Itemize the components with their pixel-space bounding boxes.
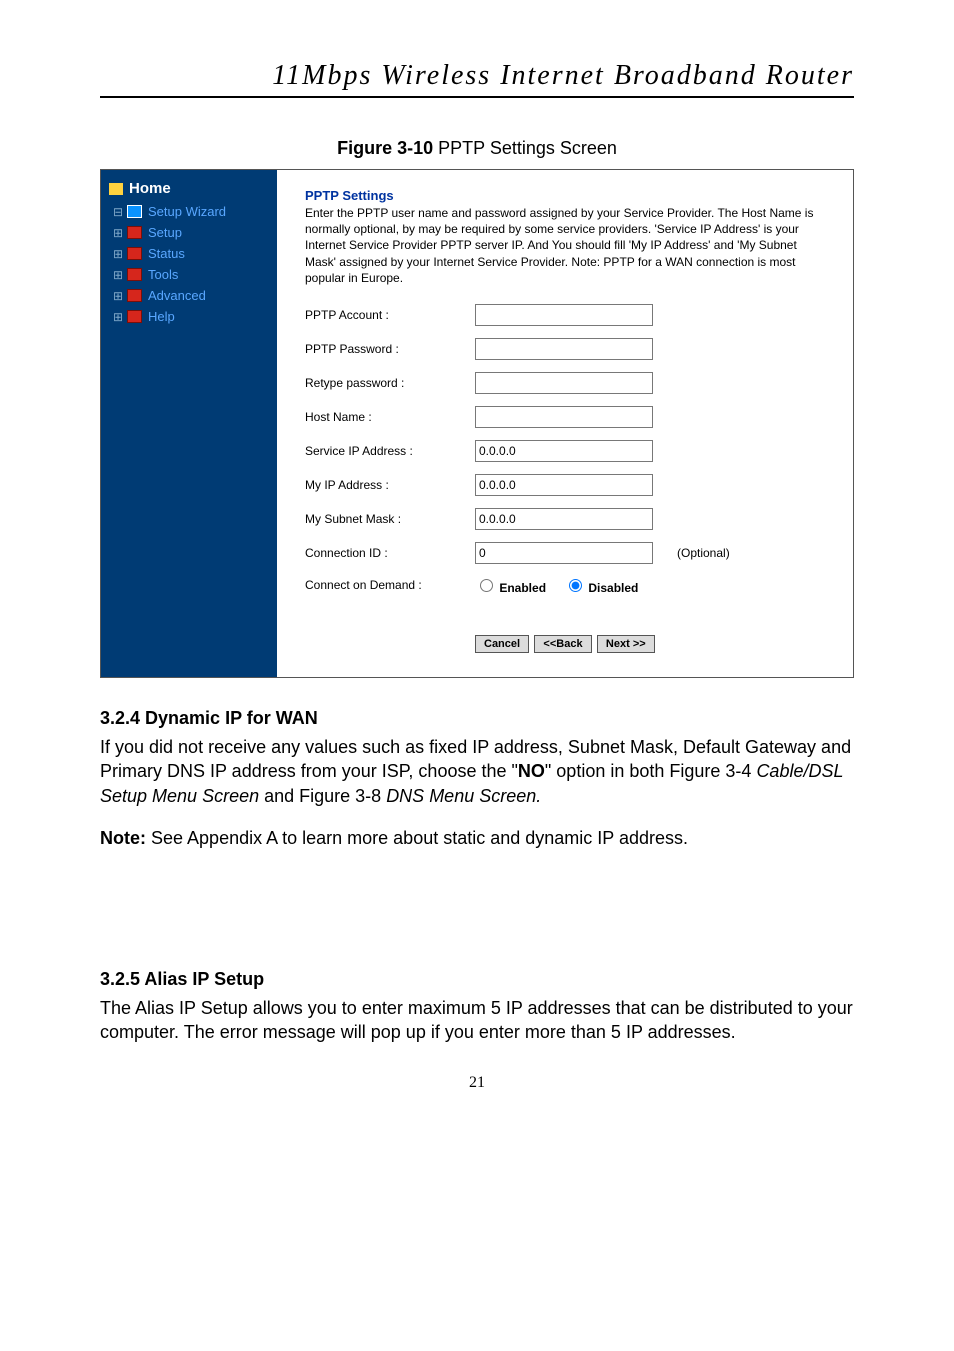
retype-password-label: Retype password : <box>305 376 475 390</box>
tree-glyph-icon: ⊞ <box>113 247 127 261</box>
page-header-title: 11Mbps Wireless Internet Broadband Route… <box>100 60 854 98</box>
service-ip-label: Service IP Address : <box>305 444 475 458</box>
figure-label-rest: PPTP Settings Screen <box>433 138 617 158</box>
note-bold: Note: <box>100 828 146 848</box>
folder-icon <box>127 310 142 323</box>
pptp-account-input[interactable] <box>475 304 653 326</box>
sidebar-home[interactable]: Home <box>109 180 269 197</box>
wizard-icon <box>127 205 142 218</box>
host-name-label: Host Name : <box>305 410 475 424</box>
figure-label-bold: Figure 3-10 <box>337 138 433 158</box>
connection-id-label: Connection ID : <box>305 546 475 560</box>
tree-glyph-icon: ⊟ <box>113 205 127 219</box>
cancel-button[interactable]: Cancel <box>475 635 529 653</box>
disabled-text: Disabled <box>588 581 638 595</box>
sidebar-item-setup[interactable]: ⊞ Setup <box>113 222 269 243</box>
section-324-note: Note: See Appendix A to learn more about… <box>100 828 854 849</box>
tree-glyph-icon: ⊞ <box>113 289 127 303</box>
my-ip-label: My IP Address : <box>305 478 475 492</box>
enabled-radio-label[interactable]: Enabled <box>475 576 546 595</box>
section-325-heading: 3.2.5 Alias IP Setup <box>100 969 854 990</box>
tree-glyph-icon: ⊞ <box>113 310 127 324</box>
folder-icon <box>127 247 142 260</box>
disabled-radio[interactable] <box>569 579 582 592</box>
sidebar-item-label: Setup <box>148 225 182 240</box>
sidebar-item-status[interactable]: ⊞ Status <box>113 243 269 264</box>
p1-bold: NO <box>518 761 545 781</box>
sidebar-item-label: Help <box>148 309 175 324</box>
tree-glyph-icon: ⊞ <box>113 268 127 282</box>
nav-sidebar: Home ⊟ Setup Wizard ⊞ Setup ⊞ Status <box>101 170 277 677</box>
connection-id-input[interactable] <box>475 542 653 564</box>
sidebar-item-advanced[interactable]: ⊞ Advanced <box>113 285 269 306</box>
page-number: 21 <box>100 1074 854 1092</box>
section-324-paragraph: If you did not receive any values such a… <box>100 735 854 808</box>
enabled-radio[interactable] <box>480 579 493 592</box>
host-name-input[interactable] <box>475 406 653 428</box>
pptp-password-input[interactable] <box>475 338 653 360</box>
pptp-settings-heading: PPTP Settings <box>305 188 831 203</box>
p1-c: and Figure 3-8 <box>259 786 386 806</box>
sidebar-item-label: Setup Wizard <box>148 204 226 219</box>
folder-icon <box>127 226 142 239</box>
pptp-password-label: PPTP Password : <box>305 342 475 356</box>
sidebar-item-setup-wizard[interactable]: ⊟ Setup Wizard <box>113 201 269 222</box>
my-subnet-label: My Subnet Mask : <box>305 512 475 526</box>
sidebar-item-label: Tools <box>148 267 178 282</box>
disabled-radio-label[interactable]: Disabled <box>564 576 638 595</box>
enabled-text: Enabled <box>499 581 546 595</box>
folder-icon <box>127 268 142 281</box>
section-324-heading: 3.2.4 Dynamic IP for WAN <box>100 708 854 729</box>
note-rest: See Appendix A to learn more about stati… <box>146 828 688 848</box>
pptp-account-label: PPTP Account : <box>305 308 475 322</box>
section-325-paragraph: The Alias IP Setup allows you to enter m… <box>100 996 854 1045</box>
p1-italic2: DNS Menu Screen. <box>386 786 541 806</box>
folder-icon <box>127 289 142 302</box>
figure-caption: Figure 3-10 PPTP Settings Screen <box>100 138 854 159</box>
sidebar-item-tools[interactable]: ⊞ Tools <box>113 264 269 285</box>
main-panel: PPTP Settings Enter the PPTP user name a… <box>277 170 853 677</box>
sidebar-item-help[interactable]: ⊞ Help <box>113 306 269 327</box>
service-ip-input[interactable] <box>475 440 653 462</box>
home-folder-icon <box>109 183 123 195</box>
back-button[interactable]: <<Back <box>534 635 591 653</box>
pptp-settings-description: Enter the PPTP user name and password as… <box>305 205 831 286</box>
my-ip-input[interactable] <box>475 474 653 496</box>
sidebar-home-label: Home <box>129 180 171 197</box>
sidebar-item-label: Status <box>148 246 185 261</box>
my-subnet-input[interactable] <box>475 508 653 530</box>
tree-glyph-icon: ⊞ <box>113 226 127 240</box>
connection-id-optional: (Optional) <box>677 546 730 560</box>
connect-demand-label: Connect on Demand : <box>305 578 475 592</box>
p1-b: " option in both Figure 3-4 <box>545 761 757 781</box>
retype-password-input[interactable] <box>475 372 653 394</box>
sidebar-item-label: Advanced <box>148 288 206 303</box>
next-button[interactable]: Next >> <box>597 635 655 653</box>
pptp-screenshot: Home ⊟ Setup Wizard ⊞ Setup ⊞ Status <box>100 169 854 678</box>
